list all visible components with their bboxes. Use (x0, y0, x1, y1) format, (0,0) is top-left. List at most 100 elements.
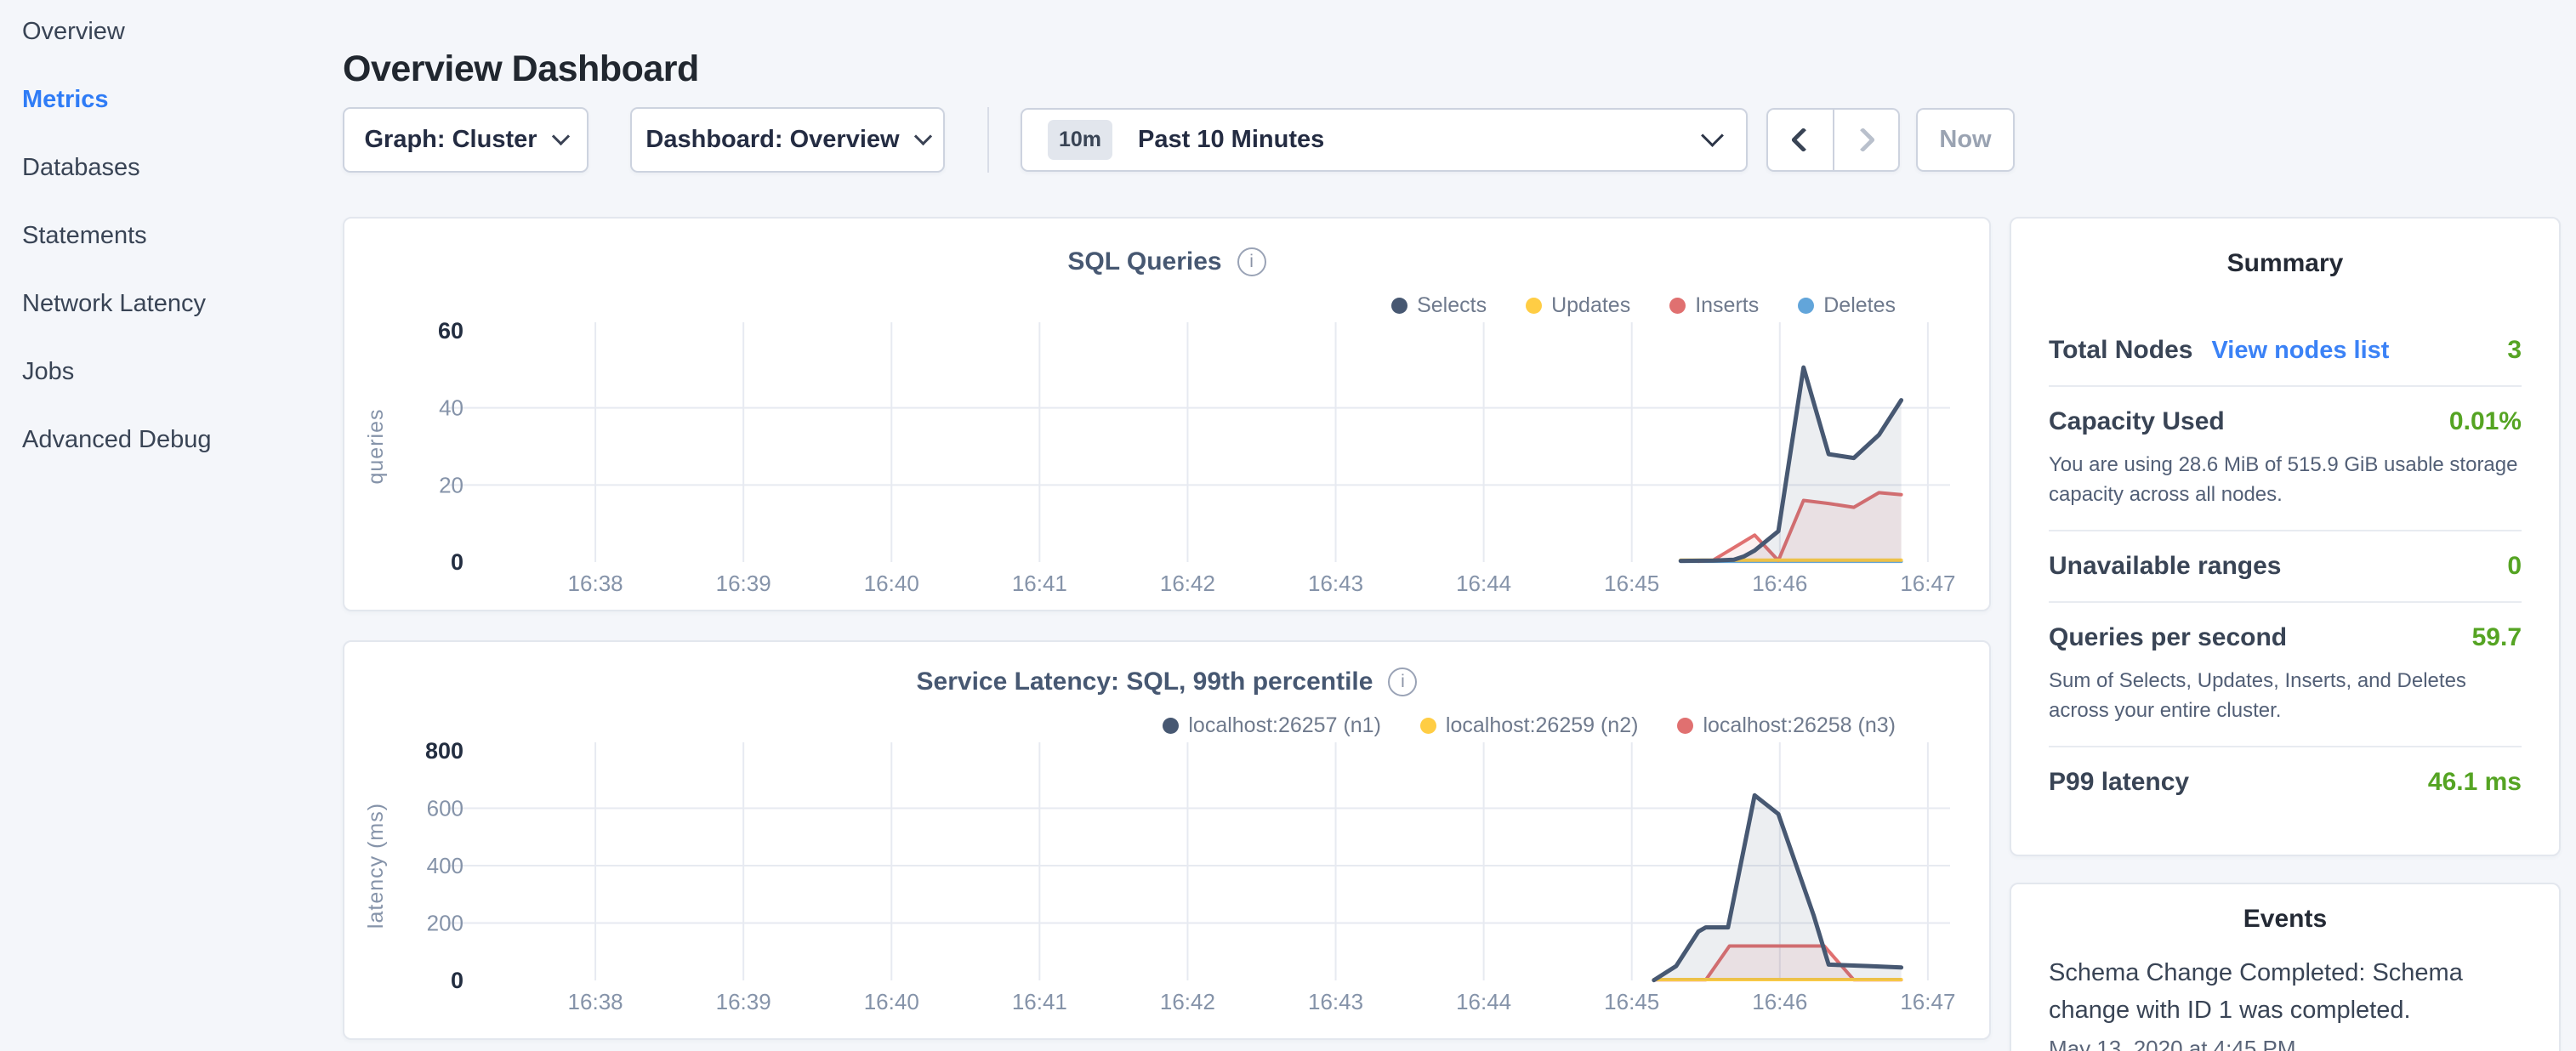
events-panel: Events Schema Change Completed: Schema c… (2010, 883, 2561, 1051)
summary-row-label: Unavailable ranges (2049, 552, 2281, 581)
chevron-down-icon (1701, 124, 1724, 147)
time-range-dropdown[interactable]: 10m Past 10 Minutes (1021, 108, 1748, 172)
service-latency-chart-card: 16:3816:3916:4016:4116:4216:4316:4416:45… (343, 640, 1991, 1040)
chevron-down-icon (551, 128, 569, 145)
svg-text:16:45: 16:45 (1604, 989, 1659, 1014)
legend-label: localhost:26258 (n3) (1703, 713, 1896, 738)
sidebar-item-jobs[interactable]: Jobs (22, 338, 212, 406)
summary-title: Summary (2049, 249, 2522, 278)
svg-text:16:41: 16:41 (1012, 571, 1067, 596)
event-timestamp: May 13, 2020 at 4:45 PM (2049, 1036, 2522, 1051)
toolbar-divider (987, 107, 989, 173)
view-nodes-list-link[interactable]: View nodes list (2211, 337, 2389, 365)
svg-text:200: 200 (427, 911, 463, 936)
summary-row-total-nodes: Total Nodes View nodes list 3 (2049, 315, 2522, 387)
summary-row-value: 59.7 (2472, 623, 2522, 652)
chart-title: Service Latency: SQL, 99th percentile (917, 668, 1373, 696)
series-dot-icon (1163, 718, 1179, 734)
summary-row-description: You are using 28.6 MiB of 515.9 GiB usab… (2049, 450, 2522, 509)
legend-item: Inserts (1669, 293, 1759, 318)
svg-text:16:38: 16:38 (568, 989, 623, 1014)
series-dot-icon (1669, 298, 1686, 314)
event-list-item: Schema Change Completed: Schema change w… (2049, 954, 2522, 1051)
sidebar-item-metrics[interactable]: Metrics (22, 65, 212, 134)
svg-text:16:46: 16:46 (1752, 989, 1807, 1014)
svg-text:16:39: 16:39 (716, 571, 771, 596)
summary-row-value: 0.01% (2449, 407, 2522, 436)
legend-item: localhost:26257 (n1) (1163, 713, 1381, 738)
sidebar-item-network-latency[interactable]: Network Latency (22, 270, 212, 338)
graph-scope-dropdown[interactable]: Graph: Cluster (343, 107, 589, 173)
series-dot-icon (1798, 298, 1814, 314)
svg-text:0: 0 (451, 968, 463, 993)
summary-row-label: P99 latency (2049, 768, 2189, 797)
svg-text:latency (ms): latency (ms) (364, 803, 388, 929)
summary-row-value: 3 (2507, 336, 2522, 365)
svg-text:16:44: 16:44 (1456, 571, 1511, 596)
summary-row-value: 0 (2507, 552, 2522, 581)
series-dot-icon (1526, 298, 1542, 314)
svg-text:400: 400 (427, 853, 463, 878)
svg-text:20: 20 (439, 472, 463, 497)
now-button[interactable]: Now (1916, 108, 2015, 172)
svg-text:600: 600 (427, 796, 463, 821)
svg-text:16:45: 16:45 (1604, 571, 1659, 596)
time-step-control (1766, 108, 1900, 172)
legend-label: Deletes (1823, 293, 1896, 318)
db-console-page: Overview Metrics Databases Statements Ne… (0, 0, 2576, 1051)
svg-text:16:38: 16:38 (568, 571, 623, 596)
sidebar-item-databases[interactable]: Databases (22, 134, 212, 202)
summary-row-label: Total Nodes (2049, 336, 2192, 365)
events-title: Events (2049, 905, 2522, 934)
summary-row-value: 46.1 ms (2428, 768, 2522, 797)
svg-text:16:42: 16:42 (1160, 989, 1215, 1014)
dashboard-dropdown-label: Dashboard: Overview (645, 126, 899, 154)
chart-title-row: Service Latency: SQL, 99th percentile i (344, 668, 1989, 696)
summary-panel: Summary Total Nodes View nodes list 3 Ca… (2010, 217, 2561, 856)
summary-row-queries-per-second: Queries per second 59.7 Sum of Selects, … (2049, 603, 2522, 747)
summary-row-label: Capacity Used (2049, 407, 2225, 436)
time-range-badge: 10m (1048, 120, 1112, 160)
svg-text:16:43: 16:43 (1308, 571, 1363, 596)
svg-text:16:46: 16:46 (1752, 571, 1807, 596)
svg-text:16:47: 16:47 (1900, 989, 1955, 1014)
sidebar-item-advanced-debug[interactable]: Advanced Debug (22, 406, 212, 474)
sidebar-item-overview[interactable]: Overview (22, 0, 212, 65)
svg-text:queries: queries (364, 409, 388, 485)
service-latency-chart: 16:3816:3916:4016:4116:4216:4316:4416:45… (344, 642, 1989, 1033)
svg-text:16:41: 16:41 (1012, 989, 1067, 1014)
summary-row-label: Queries per second (2049, 623, 2287, 652)
chevron-down-icon (913, 128, 931, 145)
time-step-back-button[interactable] (1768, 110, 1833, 170)
legend-item: Selects (1391, 293, 1487, 318)
svg-text:16:39: 16:39 (716, 989, 771, 1014)
sidebar-item-statements[interactable]: Statements (22, 202, 212, 270)
chevron-left-icon (1791, 128, 1817, 153)
graph-scope-dropdown-label: Graph: Cluster (364, 126, 537, 154)
dashboard-dropdown[interactable]: Dashboard: Overview (630, 107, 945, 173)
svg-text:60: 60 (438, 318, 463, 344)
chart-legend: Selects Updates Inserts Deletes (1391, 293, 1896, 318)
legend-item: localhost:26259 (n2) (1420, 713, 1639, 738)
svg-text:16:42: 16:42 (1160, 571, 1215, 596)
legend-label: localhost:26259 (n2) (1446, 713, 1639, 738)
legend-label: Inserts (1695, 293, 1759, 318)
series-dot-icon (1420, 718, 1436, 734)
series-dot-icon (1391, 298, 1407, 314)
time-step-forward-button[interactable] (1833, 110, 1899, 170)
svg-text:16:44: 16:44 (1456, 989, 1511, 1014)
legend-item: localhost:26258 (n3) (1677, 713, 1896, 738)
event-message: Schema Change Completed: Schema change w… (2049, 954, 2522, 1029)
info-icon[interactable]: i (1237, 247, 1266, 276)
summary-row-unavailable-ranges: Unavailable ranges 0 (2049, 531, 2522, 603)
series-dot-icon (1677, 718, 1693, 734)
summary-row-capacity-used: Capacity Used 0.01% You are using 28.6 M… (2049, 387, 2522, 531)
svg-text:16:43: 16:43 (1308, 989, 1363, 1014)
svg-text:0: 0 (451, 549, 463, 575)
legend-label: Selects (1417, 293, 1487, 318)
info-icon[interactable]: i (1388, 668, 1417, 696)
svg-text:800: 800 (425, 738, 463, 764)
chevron-right-icon (1850, 128, 1875, 153)
time-range-label: Past 10 Minutes (1138, 126, 1324, 154)
chart-legend: localhost:26257 (n1) localhost:26259 (n2… (1163, 713, 1896, 738)
